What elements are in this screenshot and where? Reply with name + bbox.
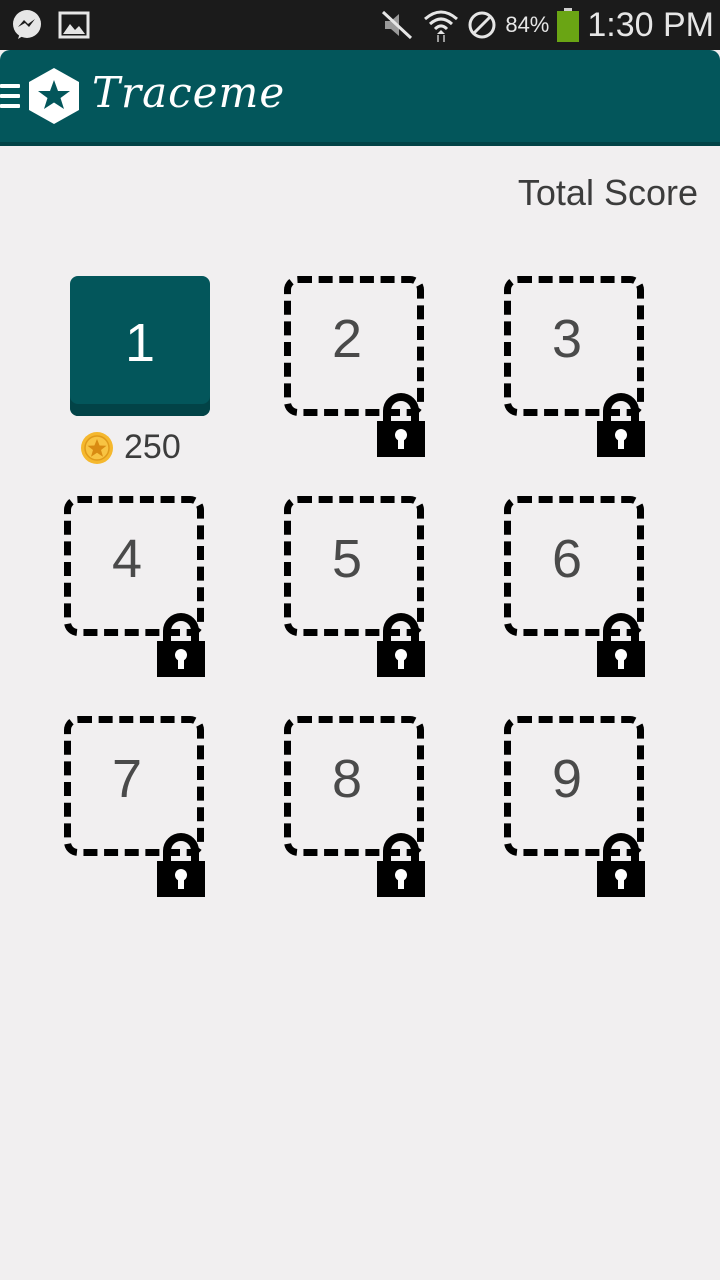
lock-icon bbox=[597, 833, 645, 897]
level-number: 3 bbox=[551, 309, 583, 369]
lock-icon bbox=[597, 613, 645, 677]
lock-icon bbox=[157, 613, 205, 677]
star-coin-icon bbox=[81, 431, 113, 464]
lock-icon bbox=[377, 833, 425, 897]
level-number: 4 bbox=[111, 529, 143, 589]
level-number: 8 bbox=[331, 749, 363, 809]
lock-icon bbox=[157, 833, 205, 897]
lock-icon bbox=[597, 393, 645, 457]
level-score: 250 bbox=[80, 428, 181, 467]
level-number: 2 bbox=[331, 309, 363, 369]
score-value: 250 bbox=[124, 428, 181, 466]
level-number: 7 bbox=[111, 749, 143, 809]
level-number: 5 bbox=[331, 529, 363, 589]
lock-icon bbox=[377, 613, 425, 677]
level-number: 6 bbox=[551, 529, 583, 589]
level-tile-1[interactable]: 1 bbox=[70, 276, 210, 416]
level-number: 1 bbox=[124, 313, 156, 373]
lock-icon bbox=[377, 393, 425, 457]
level-number: 9 bbox=[551, 749, 583, 809]
level-grid: 1 2 3 250 4 5 6 7 8 9 bbox=[0, 0, 720, 1280]
